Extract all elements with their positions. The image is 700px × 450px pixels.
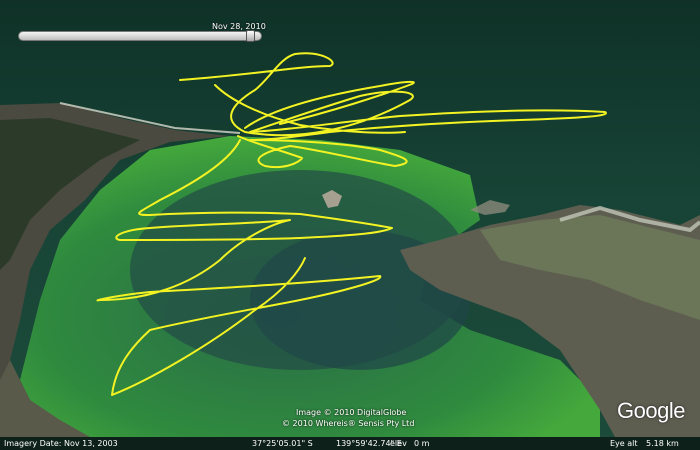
slider-track[interactable]: [18, 31, 262, 41]
status-bar: Imagery Date: Nov 13, 2003 37°25'05.01" …: [0, 437, 700, 450]
time-slider[interactable]: Nov 28, 2010: [18, 22, 266, 44]
elevation-value: 0 m: [414, 439, 430, 448]
attribution-line-2: © 2010 Whereis® Sensis Pty Ltd: [282, 419, 415, 428]
imagery-date: Imagery Date: Nov 13, 2003: [4, 439, 118, 448]
google-logo: Google: [617, 398, 685, 423]
attribution-line-1: Image © 2010 DigitalGlobe: [296, 408, 407, 417]
latitude-readout: 37°25'05.01" S: [252, 439, 313, 448]
elevation-label: elev: [390, 439, 407, 448]
slider-date-label: Nov 28, 2010: [212, 22, 266, 31]
slider-thumb-icon[interactable]: [246, 30, 255, 42]
eye-alt-label: Eye alt: [610, 439, 638, 448]
map-view[interactable]: Nov 28, 2010 Image © 2010 DigitalGlobe ©…: [0, 0, 700, 450]
eye-alt-value: 5.18 km: [646, 439, 679, 448]
gps-track: [96, 52, 607, 396]
